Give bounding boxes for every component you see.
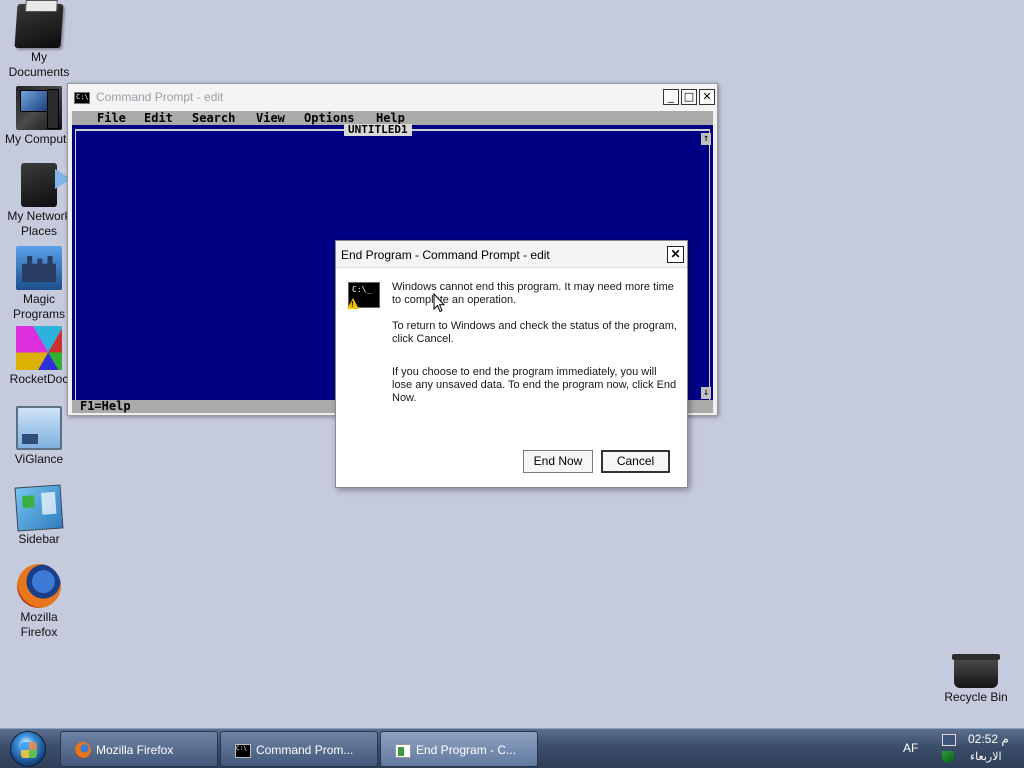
menu-view[interactable]: View <box>256 111 285 125</box>
desktop-icon-firefox[interactable]: Mozilla Firefox <box>0 564 78 640</box>
end-program-dialog[interactable]: End Program - Command Prompt - edit ✕ C:… <box>335 240 688 488</box>
end-program-icon <box>395 744 411 758</box>
dialog-message-2: To return to Windows and check the statu… <box>392 320 677 345</box>
dialog-title: End Program - Command Prompt - edit <box>341 248 550 262</box>
taskbar-button-firefox[interactable]: Mozilla Firefox <box>60 731 218 767</box>
command-prompt-icon: C:\ <box>74 92 90 104</box>
warning-mark: ! <box>351 300 354 309</box>
close-button[interactable]: ✕ <box>699 89 715 105</box>
desktop-icon-my-documents[interactable]: My Documents <box>0 4 78 80</box>
my-documents-icon <box>14 4 64 48</box>
maximize-button[interactable]: □ <box>681 89 697 105</box>
viglance-icon <box>16 406 62 450</box>
language-indicator[interactable]: AF <box>903 741 918 755</box>
desktop-icon-label: My Documents <box>8 50 70 79</box>
magic-programs-icon <box>16 246 62 290</box>
window-titlebar[interactable]: C:\ Command Prompt - edit _ □ ✕ <box>68 84 717 111</box>
taskbar-button-label: End Program - C... <box>416 743 517 757</box>
taskbar-button-label: Command Prom... <box>256 743 354 757</box>
my-computer-icon <box>16 86 62 130</box>
desktop-icon-label: Sidebar <box>18 532 60 546</box>
taskbar-button-end-program[interactable]: End Program - C... <box>380 731 538 767</box>
taskbar-button-label: Mozilla Firefox <box>96 743 174 757</box>
taskbar-button-command-prompt[interactable]: C:\ Command Prom... <box>220 731 378 767</box>
document-title: UNTITLED1 <box>344 124 412 136</box>
firefox-icon <box>75 742 91 758</box>
start-button[interactable] <box>10 731 46 767</box>
scroll-down-arrow[interactable]: ↓ <box>701 387 711 399</box>
desktop-icon-label: Recycle Bin <box>944 690 1008 704</box>
menu-options[interactable]: Options <box>304 111 355 125</box>
command-prompt-icon: C:\ <box>235 744 251 758</box>
desktop-icon-label: Mozilla Firefox <box>20 610 58 639</box>
scroll-up-arrow[interactable]: ↑ <box>701 133 711 145</box>
recycle-bin-icon <box>952 654 1000 688</box>
desktop-icon-recycle-bin[interactable]: Recycle Bin <box>936 646 1016 705</box>
window-title: Command Prompt - edit <box>96 90 224 104</box>
desktop-icon-sidebar[interactable]: Sidebar <box>0 484 78 547</box>
cancel-button[interactable]: Cancel <box>601 450 670 473</box>
dialog-close-button[interactable]: ✕ <box>667 246 684 263</box>
menu-file[interactable]: File <box>97 111 126 125</box>
firefox-icon <box>17 564 61 608</box>
dialog-titlebar[interactable]: End Program - Command Prompt - edit ✕ <box>336 241 687 268</box>
minimize-button[interactable]: _ <box>663 89 679 105</box>
mouse-cursor-icon <box>433 292 446 313</box>
clock-time[interactable]: 02:52 م <box>968 732 1009 746</box>
menu-search[interactable]: Search <box>192 111 235 125</box>
taskbar: Mozilla Firefox C:\ Command Prom... End … <box>0 728 1024 768</box>
security-shield-icon[interactable] <box>942 751 954 763</box>
dialog-message-3: If you choose to end the program immedia… <box>392 366 677 404</box>
clock-day[interactable]: الاربعاء <box>970 750 1002 763</box>
menu-edit[interactable]: Edit <box>144 111 173 125</box>
network-places-icon <box>21 163 71 207</box>
end-now-button[interactable]: End Now <box>523 450 593 473</box>
rocketdock-icon <box>16 326 62 370</box>
network-tray-icon[interactable] <box>942 734 956 746</box>
sidebar-icon <box>14 484 64 532</box>
desktop-icon-label: ViGlance <box>14 452 64 466</box>
